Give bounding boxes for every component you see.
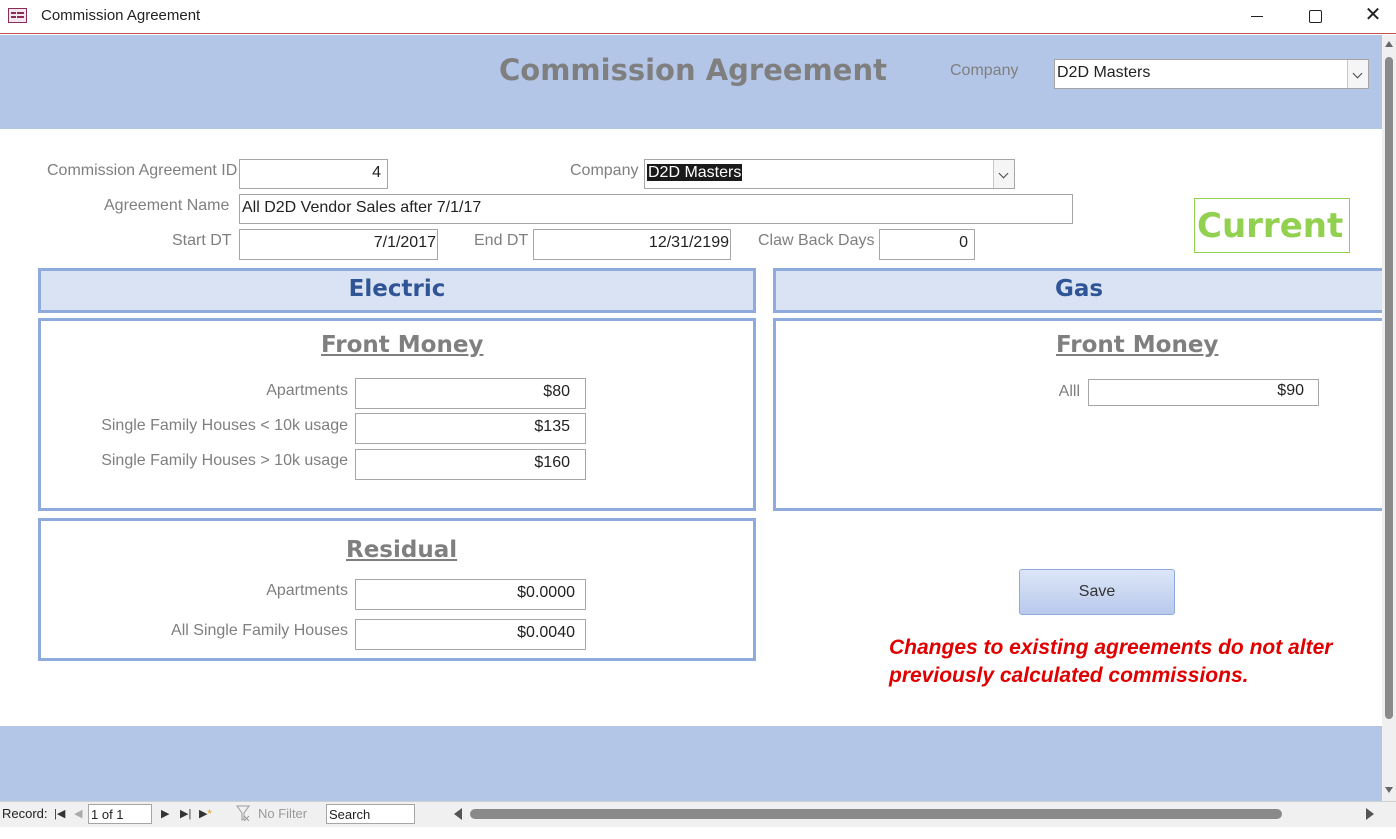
company-value: D2D Masters: [647, 164, 743, 181]
window-title: Commission Agreement: [41, 7, 201, 24]
last-record-icon[interactable]: ▶|: [180, 807, 191, 820]
electric-fm-label-apartments: Apartments: [266, 382, 348, 399]
horizontal-scroll-thumb[interactable]: [470, 809, 1282, 819]
gas-fm-label-all: Alll: [1058, 383, 1080, 400]
maximize-icon: [1308, 9, 1322, 23]
record-label: Record:: [2, 806, 48, 821]
maximize-button[interactable]: [1286, 0, 1344, 32]
header-company-label: Company: [950, 62, 1019, 79]
agreement-id-label: Commission Agreement ID: [47, 162, 238, 179]
electric-heading: Electric: [38, 268, 756, 313]
agreement-name-label: Agreement Name: [104, 197, 230, 214]
electric-fm-label-sfh-under-10k: Single Family Houses < 10k usage: [101, 417, 348, 434]
first-record-icon[interactable]: |◀: [54, 807, 65, 820]
form-app-icon: [8, 8, 27, 23]
agreement-id-field[interactable]: 4: [239, 159, 388, 189]
status-indicator: Current: [1194, 198, 1350, 253]
next-record-icon[interactable]: ▶: [161, 807, 169, 820]
chevron-down-icon[interactable]: [993, 160, 1014, 188]
electric-res-all-sfh-field[interactable]: $0.0040: [355, 619, 586, 650]
filter-icon: [236, 805, 250, 821]
electric-fm-label-sfh-over-10k: Single Family Houses > 10k usage: [101, 452, 348, 469]
minimize-button[interactable]: [1228, 0, 1286, 32]
close-button[interactable]: ✕: [1344, 0, 1396, 32]
scroll-up-icon[interactable]: [1385, 41, 1393, 47]
page-title: Commission Agreement: [499, 53, 887, 87]
electric-res-label-apartments: Apartments: [266, 582, 348, 599]
header-company-value: D2D Masters: [1057, 64, 1151, 81]
electric-fm-sfh-over-10k-field[interactable]: $160: [355, 449, 586, 480]
clawback-days-label: Claw Back Days: [758, 232, 875, 249]
header-company-select[interactable]: D2D Masters: [1054, 59, 1369, 89]
vertical-scroll-thumb[interactable]: [1385, 57, 1393, 719]
gas-fm-all-field[interactable]: $90: [1088, 379, 1319, 406]
search-input[interactable]: Search: [326, 804, 415, 824]
end-date-label: End DT: [474, 232, 529, 249]
electric-residual-title: Residual: [346, 537, 458, 563]
record-position-field[interactable]: 1 of 1: [88, 804, 152, 824]
gas-heading: Gas: [773, 268, 1385, 313]
minimize-icon: [1251, 15, 1263, 17]
vertical-scrollbar[interactable]: [1382, 35, 1396, 801]
electric-res-label-all-sfh: All Single Family Houses: [171, 622, 348, 639]
electric-res-apartments-field[interactable]: $0.0000: [355, 579, 586, 610]
start-date-label: Start DT: [172, 232, 232, 249]
scroll-right-icon[interactable]: [1366, 808, 1374, 820]
window-bottom-edge: [0, 827, 1396, 839]
gas-front-money-title: Front Money: [1056, 332, 1219, 358]
scroll-down-icon[interactable]: [1385, 787, 1393, 793]
electric-fm-apartments-field[interactable]: $80: [355, 378, 586, 409]
clawback-days-field[interactable]: 0: [879, 229, 975, 260]
window-titlebar: Commission Agreement ✕: [0, 0, 1396, 34]
status-text: Current: [1197, 206, 1344, 246]
horizontal-scrollbar[interactable]: [452, 805, 1382, 823]
electric-fm-sfh-under-10k-field[interactable]: $135: [355, 413, 586, 444]
form-footer: [0, 726, 1382, 801]
company-label: Company: [570, 162, 639, 179]
start-date-field[interactable]: 7/1/2017: [239, 229, 438, 260]
agreement-name-field[interactable]: All D2D Vendor Sales after 7/1/17: [239, 194, 1073, 224]
record-navigation-bar: Record: |◀ ◀ 1 of 1 ▶ ▶| ▶* No Filter Se…: [0, 801, 1396, 827]
new-record-icon[interactable]: ▶*: [199, 807, 212, 820]
warning-message: Changes to existing agreements do not al…: [889, 636, 1333, 687]
scroll-left-icon[interactable]: [454, 808, 462, 820]
company-select[interactable]: D2D Masters: [644, 159, 1015, 189]
end-date-field[interactable]: 12/31/2199: [533, 229, 731, 260]
previous-record-icon[interactable]: ◀: [74, 807, 82, 820]
save-button[interactable]: Save: [1019, 569, 1175, 615]
chevron-down-icon[interactable]: [1347, 60, 1368, 88]
no-filter-button[interactable]: No Filter: [258, 806, 307, 821]
electric-front-money-title: Front Money: [321, 332, 484, 358]
